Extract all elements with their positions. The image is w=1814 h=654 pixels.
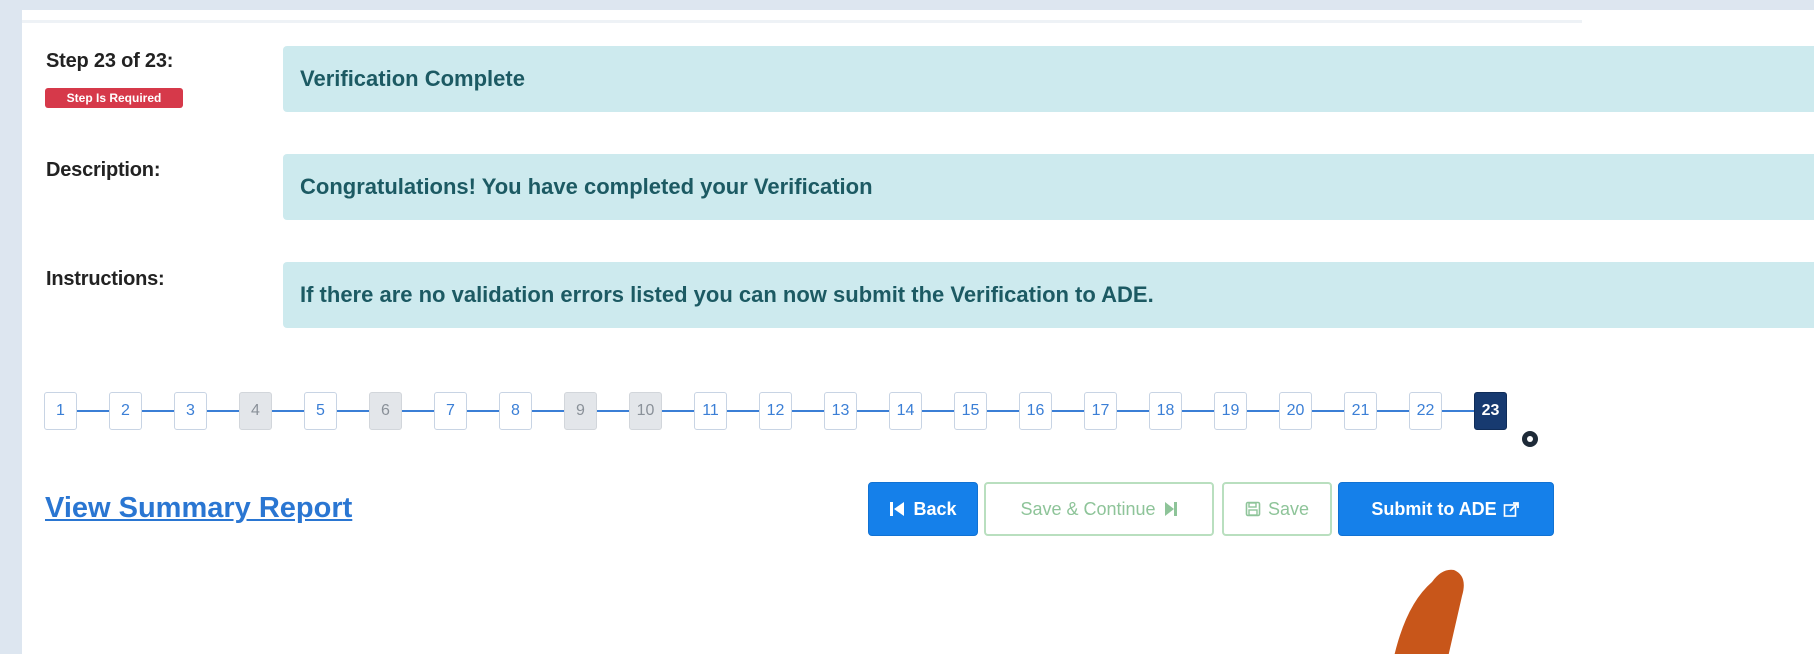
view-summary-report-link[interactable]: View Summary Report [45,492,352,525]
back-button-label: Back [913,498,957,519]
step-label: Step 23 of 23: [46,50,174,72]
step-connector [727,410,759,412]
step-22-button[interactable]: 22 [1409,392,1442,430]
step-title-box: Verification Complete [283,46,1814,112]
step-18-button[interactable]: 18 [1149,392,1182,430]
step-17-button[interactable]: 17 [1084,392,1117,430]
step-connector [662,410,694,412]
step-backward-icon [890,502,905,516]
back-button[interactable]: Back [868,482,978,536]
instructions-label: Instructions: [46,268,165,290]
step-connector [467,410,499,412]
step-6-button[interactable]: 6 [369,392,402,430]
step-11-button[interactable]: 11 [694,392,727,430]
submit-to-ade-button[interactable]: Submit to ADE [1338,482,1554,536]
step-connector [792,410,824,412]
save-continue-button-label: Save & Continue [1020,498,1156,519]
step-3-button[interactable]: 3 [174,392,207,430]
step-8-button[interactable]: 8 [499,392,532,430]
step-connector [1182,410,1214,412]
step-1-button[interactable]: 1 [44,392,77,430]
step-connector [1117,410,1149,412]
save-continue-button[interactable]: Save & Continue [984,482,1214,536]
step-2-button[interactable]: 2 [109,392,142,430]
step-13-button[interactable]: 13 [824,392,857,430]
share-external-icon [1503,502,1519,517]
step-connector [402,410,434,412]
step-connector [597,410,629,412]
step-connector [857,410,889,412]
step-connector [272,410,304,412]
step-connector [207,410,239,412]
step-forward-icon [1164,502,1177,516]
step-connector [922,410,954,412]
instructions-text: If there are no validation errors listed… [300,282,1154,307]
step-23-button[interactable]: 23 [1474,392,1507,430]
step-12-button[interactable]: 12 [759,392,792,430]
step-connector [77,410,109,412]
description-text: Congratulations! You have completed your… [300,174,873,199]
step-5-button[interactable]: 5 [304,392,337,430]
step-connector [1247,410,1279,412]
step-4-button[interactable]: 4 [239,392,272,430]
step-9-button[interactable]: 9 [564,392,597,430]
step-15-button[interactable]: 15 [954,392,987,430]
floppy-disk-icon [1245,501,1261,517]
current-step-indicator [1522,431,1538,447]
step-19-button[interactable]: 19 [1214,392,1247,430]
mouse-cursor-icon [1394,569,1464,654]
step-title: Verification Complete [300,66,525,91]
save-button[interactable]: Save [1222,482,1332,536]
step-connector [142,410,174,412]
step-10-button[interactable]: 10 [629,392,662,430]
step-connector [532,410,564,412]
step-connector [1377,410,1409,412]
step-connector [1312,410,1344,412]
step-7-button[interactable]: 7 [434,392,467,430]
instructions-box: If there are no validation errors listed… [283,262,1814,328]
divider [22,20,1582,23]
step-connector [1052,410,1084,412]
step-16-button[interactable]: 16 [1019,392,1052,430]
submit-button-label: Submit to ADE [1371,498,1497,519]
step-navigator: 1 2 3 4 5 6 7 8 9 10 11 12 13 14 15 16 17 18 19 20 21 22 23 [44,391,1507,431]
description-label: Description: [46,159,161,181]
step-connector [1442,410,1474,412]
step-14-button[interactable]: 14 [889,392,922,430]
step-connector [987,410,1019,412]
step-connector [337,410,369,412]
step-20-button[interactable]: 20 [1279,392,1312,430]
step-21-button[interactable]: 21 [1344,392,1377,430]
save-button-label: Save [1267,498,1310,519]
step-required-badge: Step Is Required [45,88,183,108]
description-box: Congratulations! You have completed your… [283,154,1814,220]
